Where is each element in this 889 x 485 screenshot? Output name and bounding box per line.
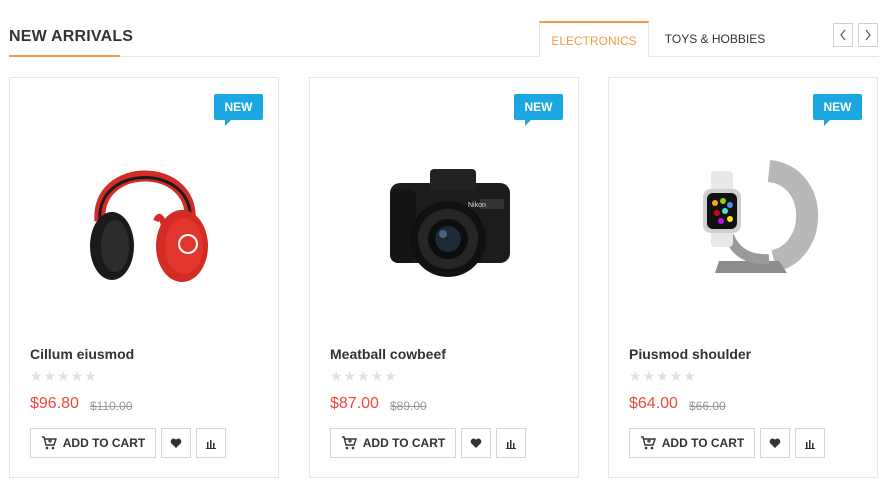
- add-to-cart-button[interactable]: ADD TO CART: [629, 428, 755, 458]
- carousel-next-button[interactable]: [858, 23, 878, 47]
- compare-button[interactable]: [795, 428, 825, 458]
- product-name[interactable]: Meatball cowbeef: [330, 346, 446, 362]
- bar-chart-icon: [206, 439, 216, 449]
- chevron-left-icon: [840, 29, 846, 41]
- tab-electronics[interactable]: ELECTRONICS: [539, 21, 649, 57]
- svg-text:Nikon: Nikon: [468, 202, 486, 209]
- add-to-cart-button[interactable]: ADD TO CART: [330, 428, 456, 458]
- rating-stars: ★★★★★: [629, 368, 697, 384]
- product-name[interactable]: Cillum eiusmod: [30, 346, 134, 362]
- add-to-cart-label: ADD TO CART: [62, 436, 146, 450]
- smartwatch-image: [703, 160, 819, 273]
- tab-toys-hobbies[interactable]: TOYS & HOBBIES: [653, 21, 777, 57]
- add-to-cart-label: ADD TO CART: [661, 436, 745, 450]
- heart-icon: [470, 438, 482, 448]
- product-old-price: $89.00: [390, 399, 427, 413]
- product-name[interactable]: Piusmod shoulder: [629, 346, 751, 362]
- headphones-image: [90, 170, 208, 282]
- wishlist-button[interactable]: [461, 428, 491, 458]
- product-price: $87.00: [330, 395, 379, 412]
- bar-chart-icon: [506, 439, 516, 449]
- title-underline: [9, 55, 120, 57]
- product-card: NEW Cillum eiusmod ★★★★★ $96.80 $110.00 …: [9, 77, 279, 478]
- section-title: NEW ARRIVALS: [9, 28, 134, 45]
- camera-image: Nikon: [390, 169, 510, 277]
- carousel-prev-button[interactable]: [833, 23, 853, 47]
- cart-icon: [341, 436, 357, 450]
- product-image[interactable]: Nikon: [325, 116, 565, 316]
- product-image[interactable]: [624, 116, 864, 316]
- product-image[interactable]: [25, 116, 265, 316]
- rating-stars: ★★★★★: [330, 368, 398, 384]
- compare-button[interactable]: [196, 428, 226, 458]
- cart-icon: [41, 436, 57, 450]
- product-price: $64.00: [629, 395, 678, 412]
- chevron-right-icon: [865, 29, 871, 41]
- compare-button[interactable]: [496, 428, 526, 458]
- wishlist-button[interactable]: [760, 428, 790, 458]
- product-old-price: $66.00: [689, 399, 726, 413]
- add-to-cart-button[interactable]: ADD TO CART: [30, 428, 156, 458]
- product-old-price: $110.00: [90, 399, 133, 413]
- product-card: NEW Nikon Meatball cowbeef ★★★★★ $87.00 …: [309, 77, 579, 478]
- product-price: $96.80: [30, 395, 79, 412]
- product-card: NEW Piusmod shoulder ★★★★★ $64.00 $66.00…: [608, 77, 878, 478]
- bar-chart-icon: [805, 439, 815, 449]
- cart-icon: [640, 436, 656, 450]
- add-to-cart-label: ADD TO CART: [362, 436, 446, 450]
- section-header: NEW ARRIVALS ELECTRONICS TOYS & HOBBIES: [9, 0, 879, 57]
- rating-stars: ★★★★★: [30, 368, 98, 384]
- wishlist-button[interactable]: [161, 428, 191, 458]
- heart-icon: [170, 438, 182, 448]
- heart-icon: [769, 438, 781, 448]
